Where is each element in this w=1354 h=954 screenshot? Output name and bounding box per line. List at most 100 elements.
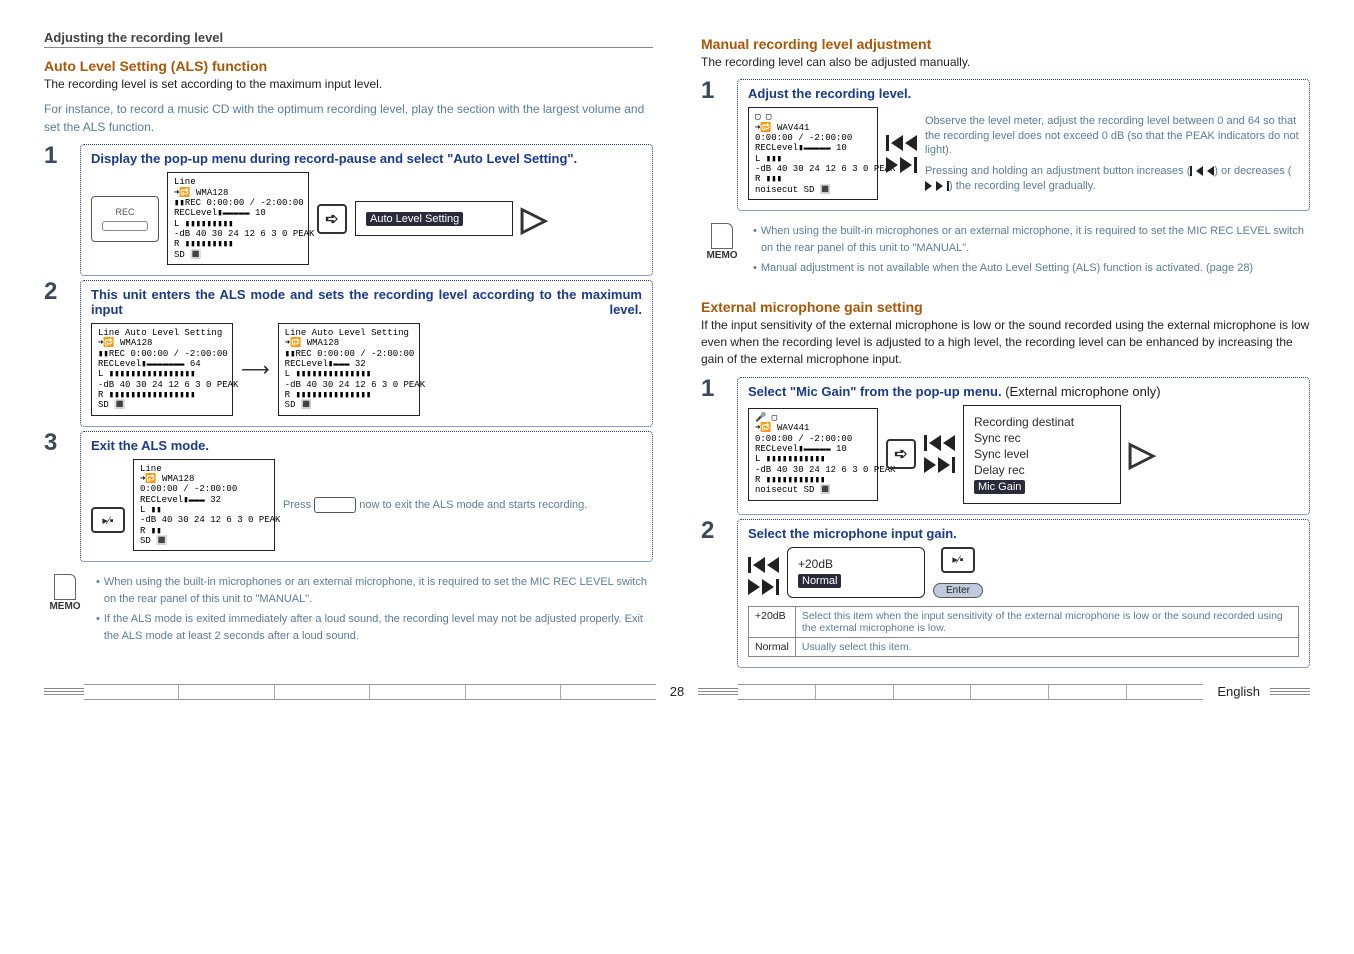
lcd-screen: ▢ ▢ ➜🔂 WAV441 0:00:00 / -2:00:00 RECLeve… xyxy=(748,107,878,200)
memo-label: MEMO xyxy=(706,251,737,261)
desc-text: Pressing and holding an adjustment butto… xyxy=(925,165,1190,177)
desc-text: ) the recording level gradually. xyxy=(949,180,1096,192)
skip-back-icon xyxy=(886,135,917,151)
menu-item-selected: Auto Level Setting xyxy=(366,212,463,226)
step2-title: This unit enters the ALS mode and sets t… xyxy=(91,287,642,317)
ext-step1-title: Select "Mic Gain" from the pop-up menu. … xyxy=(748,384,1299,399)
rec-button-shape: REC xyxy=(91,196,159,242)
memo-icon: MEMO xyxy=(44,574,86,612)
lcd-line: L ▮▮ xyxy=(140,505,268,515)
lcd-line: RECLevel▮▬▬▬▬▬ 10 xyxy=(755,444,871,454)
memo-bullet: When using the built-in microphones or a… xyxy=(104,574,653,607)
lcd-line: RECLevel▮▬▬▬ 32 xyxy=(140,495,268,505)
skip-back-icon xyxy=(748,557,779,573)
lcd-line: Line Auto Level Setting xyxy=(98,328,226,338)
lcd-line: -dB 40 30 24 12 6 3 0 PEAK xyxy=(755,164,871,174)
right-arrow-button-icon: ➪ xyxy=(317,204,347,234)
lcd-line: ▮▮REC 0:00:00 / -2:00:00 xyxy=(285,349,413,359)
lcd-line: 0:00:00 / -2:00:00 xyxy=(755,434,871,444)
step-number: 2 xyxy=(701,519,725,668)
lcd-line: ➜🔂 WAV441 xyxy=(755,123,871,133)
ext-step2-title: Select the microphone input gain. xyxy=(748,526,1299,541)
skip-fwd-icon xyxy=(748,579,779,595)
gain-cell-label: +20dB xyxy=(749,606,796,637)
memo-icon: MEMO xyxy=(701,223,743,261)
nav-button-group xyxy=(886,135,917,173)
rec-label: REC xyxy=(115,207,134,217)
gain-cell-label: Normal xyxy=(749,637,796,656)
play-pause-button-icon: ▸⁄▪ xyxy=(91,507,125,533)
memo-bullet: Manual adjustment is not available when … xyxy=(761,260,1253,277)
page-footer: 28 English xyxy=(0,678,1354,716)
menu-item: Sync level xyxy=(972,446,1112,462)
lcd-line: -dB 40 30 24 12 6 3 0 PEAK xyxy=(285,380,413,390)
page-number: 28 xyxy=(670,684,684,699)
step-number: 1 xyxy=(701,79,725,211)
nav-button-group xyxy=(924,435,955,473)
lcd-line: 0:00:00 / -2:00:00 xyxy=(140,484,268,494)
step-number: 2 xyxy=(44,280,68,427)
step3-note: Press now to exit the ALS mode and start… xyxy=(283,497,642,513)
gain-cell-desc: Usually select this item. xyxy=(795,637,1298,656)
popup-menu: Auto Level Setting xyxy=(355,201,513,236)
lcd-line: SD 🔳 xyxy=(98,400,226,410)
lcd-screen: Line ➜🔂 WMA128 ▮▮REC 0:00:00 / -2:00:00 … xyxy=(167,172,309,265)
memo-block: MEMO •When using the built-in microphone… xyxy=(44,574,653,648)
lcd-line: ➜🔂 WMA128 xyxy=(98,338,226,348)
gain-option-box: +20dB Normal xyxy=(787,547,925,598)
desc-text: ) or decreases ( xyxy=(1214,165,1291,177)
ext-heading: External microphone gain setting xyxy=(701,299,1310,315)
lcd-line: L ▮▮▮▮▮▮▮▮▮▮▮ xyxy=(755,454,871,464)
lcd-line: L ▮▮▮ xyxy=(755,154,871,164)
lcd-line: L ▮▮▮▮▮▮▮▮▮▮▮▮▮▮ xyxy=(285,369,413,379)
table-row: +20dB Select this item when the input se… xyxy=(749,606,1299,637)
menu-item: Delay rec xyxy=(972,462,1112,478)
right-arrow-button-icon: ➪ xyxy=(886,439,916,469)
menu-item: Sync rec xyxy=(972,430,1112,446)
lcd-line: noisecut SD 🔳 xyxy=(755,485,871,495)
manual-desc2: Pressing and holding an adjustment butto… xyxy=(925,164,1299,194)
play-pause-button-icon: ▸⁄▪ xyxy=(941,547,975,573)
skip-fwd-icon xyxy=(924,457,955,473)
lcd-line: ▮▮REC 0:00:00 / -2:00:00 xyxy=(98,349,226,359)
lcd-line: -dB 40 30 24 12 6 3 0 PEAK xyxy=(98,380,226,390)
als-heading: Auto Level Setting (ALS) function xyxy=(44,58,653,74)
manual-heading: Manual recording level adjustment xyxy=(701,36,1310,52)
skip-fwd-icon xyxy=(886,157,917,173)
lcd-line: 🎤 ▢ xyxy=(755,413,871,423)
lcd-line: ▢ ▢ xyxy=(755,112,871,122)
lcd-line: SD 🔳 xyxy=(285,400,413,410)
lcd-line: L ▮▮▮▮▮▮▮▮▮▮▮▮▮▮▮▮ xyxy=(98,369,226,379)
page-language: English xyxy=(1217,684,1260,699)
lcd-line: RECLevel▮▬▬▬▬▬ 10 xyxy=(755,143,871,153)
lcd-line: -dB 40 30 24 12 6 3 0 PEAK xyxy=(755,465,871,475)
note-text: now to exit the ALS mode and starts reco… xyxy=(356,499,587,511)
step1-title: Display the pop-up menu during record-pa… xyxy=(91,151,642,166)
lcd-line: R ▮▮▮ xyxy=(755,174,871,184)
nav-button-group xyxy=(748,557,779,595)
lcd-line: L ▮▮▮▮▮▮▮▮▮ xyxy=(174,219,302,229)
lcd-screen: 🎤 ▢ ➜🔂 WAV441 0:00:00 / -2:00:00 RECLeve… xyxy=(748,408,878,501)
chevron-right-icon: ▷ xyxy=(521,199,547,239)
lcd-line: R ▮▮▮▮▮▮▮▮▮ xyxy=(174,239,302,249)
popup-menu: Recording destinat Sync rec Sync level D… xyxy=(963,405,1121,504)
lcd-line: RECLevel▮▬▬▬ 32 xyxy=(285,359,413,369)
lcd-line: Line xyxy=(174,177,302,187)
als-line1: The recording level is set according to … xyxy=(44,76,653,93)
step3-title: Exit the ALS mode. xyxy=(91,438,642,453)
lcd-line: R ▮▮▮▮▮▮▮▮▮▮▮ xyxy=(755,475,871,485)
step-number: 3 xyxy=(44,431,68,563)
skip-fwd-icon xyxy=(925,181,949,191)
manual-intro: The recording level can also be adjusted… xyxy=(701,54,1310,71)
lcd-line: noisecut SD 🔳 xyxy=(755,185,871,195)
lcd-screen: Line Auto Level Setting ➜🔂 WMA128 ▮▮REC … xyxy=(278,323,420,416)
gain-cell-desc: Select this item when the input sensitiv… xyxy=(795,606,1298,637)
menu-item: Recording destinat xyxy=(972,414,1112,430)
lcd-screen: Line ➜🔂 WMA128 0:00:00 / -2:00:00 RECLev… xyxy=(133,459,275,552)
lcd-line: SD 🔳 xyxy=(140,536,268,546)
manual-step1-title: Adjust the recording level. xyxy=(748,86,1299,101)
step-number: 1 xyxy=(701,377,725,515)
enter-pill: Enter xyxy=(933,583,983,598)
ext-intro: If the input sensitivity of the external… xyxy=(701,317,1310,369)
lcd-line: ➜🔂 WAV441 xyxy=(755,423,871,433)
